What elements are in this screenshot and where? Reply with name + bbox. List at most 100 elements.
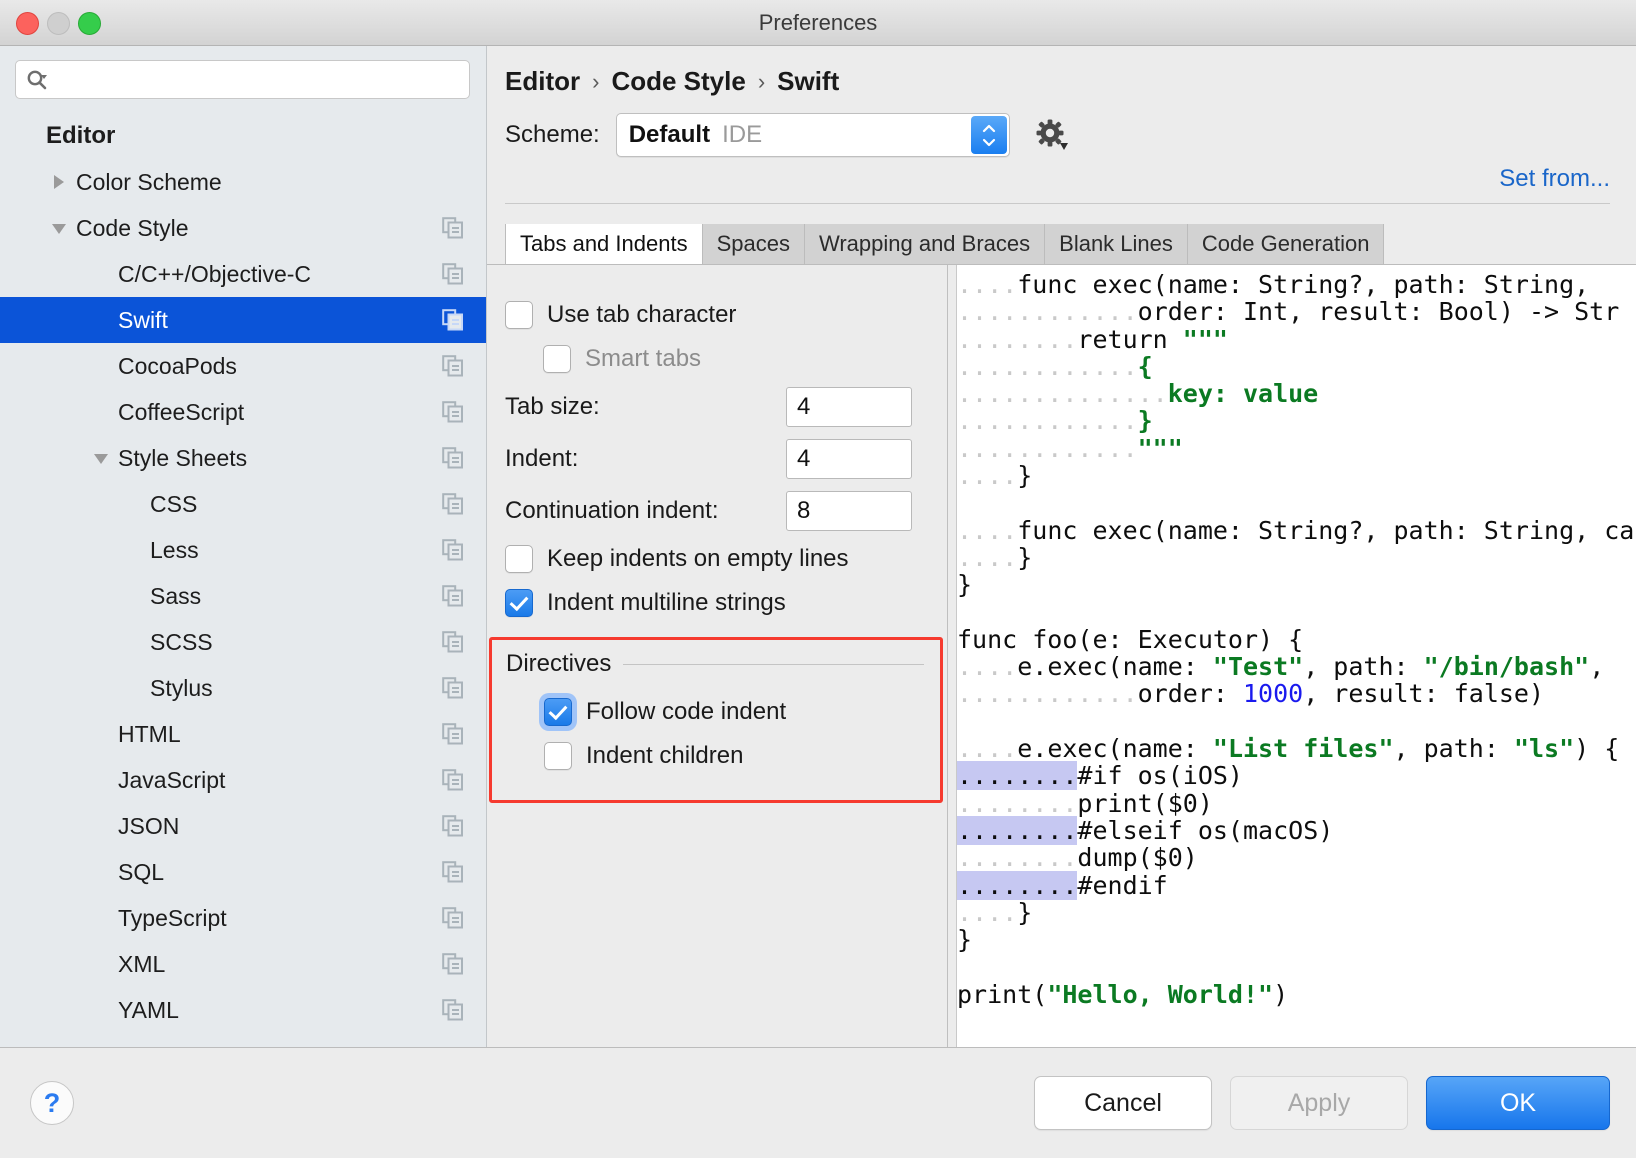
copy-scheme-icon[interactable]	[442, 585, 464, 607]
copy-scheme-icon[interactable]	[442, 263, 464, 285]
sidebar-item-scss[interactable]: SCSS	[0, 619, 486, 665]
search-input[interactable]	[52, 68, 459, 91]
sidebar-item-cocoapods[interactable]: CocoaPods	[0, 343, 486, 389]
copy-scheme-icon[interactable]	[442, 953, 464, 975]
sidebar-item-stylus[interactable]: Stylus	[0, 665, 486, 711]
keep-indents-checkbox[interactable]	[505, 545, 533, 573]
sidebar-item-editor[interactable]: Editor	[0, 113, 486, 159]
sidebar-item-color-scheme[interactable]: Color Scheme	[0, 159, 486, 205]
code-preview-panel[interactable]: ....func exec(name: String?, path: Strin…	[948, 265, 1636, 1047]
sidebar-item-html[interactable]: HTML	[0, 711, 486, 757]
option-indent-children[interactable]: Indent children	[492, 734, 940, 778]
copy-scheme-icon[interactable]	[442, 907, 464, 929]
sidebar-item-typescript[interactable]: TypeScript	[0, 895, 486, 941]
sidebar-item-coffeescript[interactable]: CoffeeScript	[0, 389, 486, 435]
indent-multiline-checkbox[interactable]	[505, 589, 533, 617]
sidebar-item-swift[interactable]: Swift	[0, 297, 486, 343]
indent-children-checkbox[interactable]	[544, 742, 572, 770]
apply-button[interactable]: Apply	[1230, 1076, 1408, 1130]
preview-code[interactable]: ....func exec(name: String?, path: Strin…	[957, 265, 1636, 1047]
breadcrumb-item-editor[interactable]: Editor	[505, 66, 580, 97]
code-span: dump($0)	[1077, 843, 1197, 872]
indent-input[interactable]: 4	[786, 439, 912, 479]
cancel-button[interactable]: Cancel	[1034, 1076, 1212, 1130]
breadcrumb-item-code-style[interactable]: Code Style	[611, 66, 745, 97]
code-span: }	[1138, 406, 1153, 435]
copy-scheme-icon[interactable]	[442, 769, 464, 791]
code-span: #endif	[1077, 871, 1167, 900]
code-span: 1000	[1243, 679, 1303, 708]
option-keep-indents-on-empty-lines[interactable]: Keep indents on empty lines	[487, 537, 947, 581]
directive-indent-highlight: ........	[957, 871, 1077, 900]
use-tab-character-checkbox[interactable]	[505, 301, 533, 329]
help-button[interactable]: ?	[30, 1081, 74, 1125]
copy-scheme-icon[interactable]	[442, 355, 464, 377]
continuation-indent-input[interactable]: 8	[786, 491, 912, 531]
code-span: ............	[957, 679, 1138, 708]
scheme-select[interactable]: Default IDE	[616, 113, 1010, 157]
tab-spaces[interactable]: Spaces	[703, 224, 805, 264]
code-span: ,	[1589, 652, 1604, 681]
option-follow-code-indent[interactable]: Follow code indent	[492, 690, 940, 734]
smart-tabs-checkbox[interactable]	[543, 345, 571, 373]
copy-scheme-icon[interactable]	[442, 723, 464, 745]
code-line	[957, 708, 1636, 735]
copy-scheme-icon[interactable]	[442, 401, 464, 423]
breadcrumb-item-swift[interactable]: Swift	[777, 66, 839, 97]
directives-title-text: Directives	[506, 650, 611, 678]
copy-scheme-icon[interactable]	[442, 309, 464, 331]
dialog-buttons: Cancel Apply OK	[1034, 1076, 1610, 1130]
copy-scheme-icon[interactable]	[442, 493, 464, 515]
option-use-tab-character[interactable]: Use tab character	[487, 293, 947, 337]
scheme-qualifier: IDE	[722, 121, 762, 149]
sidebar-item-yaml[interactable]: YAML	[0, 987, 486, 1033]
code-span: ....	[957, 461, 1017, 490]
sidebar-item-code-style[interactable]: Code Style	[0, 205, 486, 251]
copy-scheme-icon[interactable]	[442, 677, 464, 699]
set-from-link[interactable]: Set from...	[1499, 165, 1610, 193]
sidebar-item-sql[interactable]: SQL	[0, 849, 486, 895]
chevron-down-icon[interactable]	[90, 447, 112, 469]
code-span: e.exec(name:	[1017, 734, 1213, 763]
tab-tabs-and-indents[interactable]: Tabs and Indents	[505, 224, 703, 264]
code-span: ....	[957, 516, 1017, 545]
breadcrumb: Editor›Code Style›Swift	[487, 46, 1636, 97]
copy-scheme-icon[interactable]	[442, 447, 464, 469]
sidebar-item-label: Editor	[46, 122, 115, 150]
sidebar-item-style-sheets[interactable]: Style Sheets	[0, 435, 486, 481]
code-line: ........#elseif os(macOS)	[957, 817, 1636, 844]
sidebar-item-css[interactable]: CSS	[0, 481, 486, 527]
option-indent-multiline-strings[interactable]: Indent multiline strings	[487, 581, 947, 625]
sidebar-item-xml[interactable]: XML	[0, 941, 486, 987]
gear-icon[interactable]	[1032, 115, 1072, 155]
code-line: ....func exec(name: String?, path: Strin…	[957, 271, 1636, 298]
copy-scheme-icon[interactable]	[442, 999, 464, 1021]
chevron-down-icon[interactable]	[48, 217, 70, 239]
sidebar-item-json[interactable]: JSON	[0, 803, 486, 849]
sidebar-item-sass[interactable]: Sass	[0, 573, 486, 619]
tab-wrapping-and-braces[interactable]: Wrapping and Braces	[805, 224, 1045, 264]
copy-scheme-icon[interactable]	[442, 539, 464, 561]
sidebar-item-less[interactable]: Less	[0, 527, 486, 573]
chevron-right-icon[interactable]	[48, 171, 70, 193]
copy-scheme-icon[interactable]	[442, 217, 464, 239]
ok-button[interactable]: OK	[1426, 1076, 1610, 1130]
sidebar-item-label: C/C++/Objective-C	[118, 261, 311, 288]
stepper-updown-icon[interactable]	[971, 116, 1007, 154]
tab-size-input[interactable]: 4	[786, 387, 912, 427]
sidebar-item-label: YAML	[118, 997, 179, 1024]
tab-code-generation[interactable]: Code Generation	[1188, 224, 1385, 264]
tab-blank-lines[interactable]: Blank Lines	[1045, 224, 1188, 264]
code-span: func foo(e: Executor) {	[957, 625, 1303, 654]
search-box[interactable]	[15, 60, 470, 99]
follow-code-indent-checkbox[interactable]	[544, 698, 572, 726]
window-body: EditorColor SchemeCode StyleC/C++/Object…	[0, 46, 1636, 1047]
option-smart-tabs[interactable]: Smart tabs	[487, 337, 947, 381]
copy-scheme-icon[interactable]	[442, 631, 464, 653]
sidebar-item-javascript[interactable]: JavaScript	[0, 757, 486, 803]
sidebar-item-label: CoffeeScript	[118, 399, 244, 426]
sidebar-item-c-c-objective-c[interactable]: C/C++/Objective-C	[0, 251, 486, 297]
copy-scheme-icon[interactable]	[442, 861, 464, 883]
continuation-indent-label: Continuation indent:	[505, 497, 786, 525]
copy-scheme-icon[interactable]	[442, 815, 464, 837]
